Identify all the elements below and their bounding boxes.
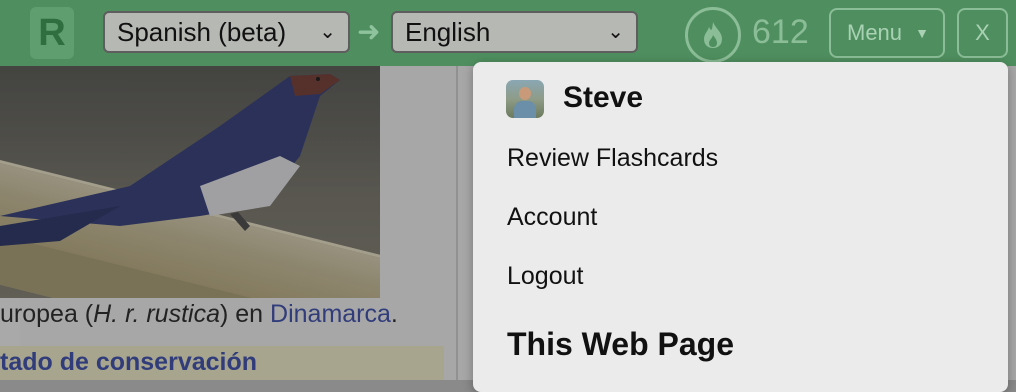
streak-flame-icon <box>685 7 741 63</box>
menu-item-review-flashcards[interactable]: Review Flashcards <box>507 144 718 173</box>
streak-count: 612 <box>752 13 809 51</box>
chevron-down-icon: ⌄ <box>607 21 624 43</box>
username: Steve <box>563 81 644 114</box>
extension-toolbar: R Spanish (beta) ⌄ ➜ English ⌄ 612 Menu … <box>0 0 1016 66</box>
avatar <box>506 80 544 118</box>
menu-item-account[interactable]: Account <box>507 203 597 232</box>
app-logo: R <box>30 7 74 59</box>
source-language-select[interactable]: Spanish (beta) ⌄ <box>103 11 350 53</box>
menu-button[interactable]: Menu ▼ <box>829 8 945 58</box>
caret-down-icon: ▼ <box>915 25 929 41</box>
close-button[interactable]: X <box>957 8 1008 58</box>
arrow-right-icon: ➜ <box>357 16 381 47</box>
chevron-down-icon: ⌄ <box>319 21 336 43</box>
this-web-page-heading: This Web Page <box>507 326 735 362</box>
menu-item-logout[interactable]: Logout <box>507 262 583 291</box>
target-language-select[interactable]: English ⌄ <box>391 11 638 53</box>
user-dropdown-menu: Steve Review Flashcards Account Logout T… <box>473 62 1008 392</box>
